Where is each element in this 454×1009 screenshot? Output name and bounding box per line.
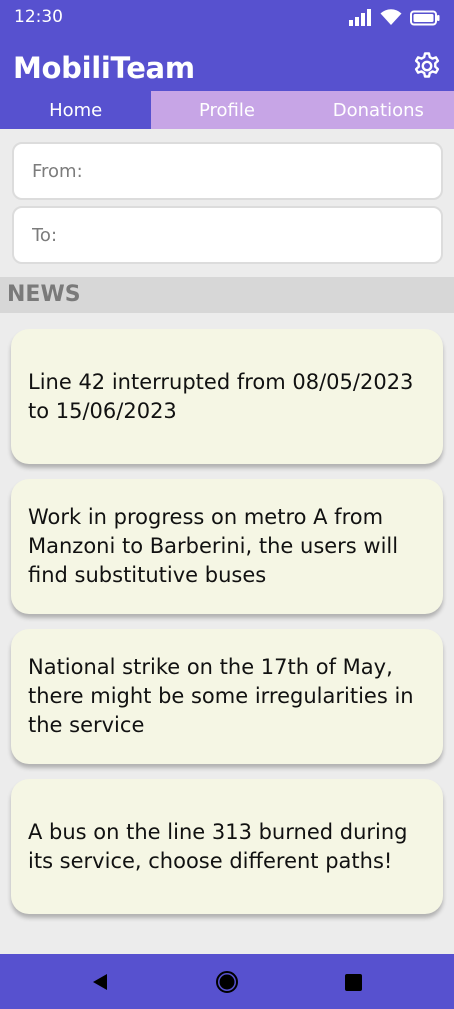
tab-home[interactable]: Home <box>0 91 152 129</box>
wifi-icon <box>380 9 402 25</box>
tab-home-label: Home <box>49 99 103 121</box>
back-button[interactable] <box>88 970 112 994</box>
settings-button[interactable] <box>412 51 442 81</box>
back-triangle-icon <box>93 974 107 990</box>
signal-icon <box>349 9 371 26</box>
tab-donations[interactable]: Donations <box>302 91 454 129</box>
news-card-text: National strike on the 17th of May, ther… <box>28 655 414 737</box>
from-field-container <box>12 142 443 200</box>
battery-icon <box>410 10 440 25</box>
to-field-container <box>12 206 443 264</box>
app-bar: MobiliTeam <box>0 36 454 91</box>
home-button[interactable] <box>215 970 239 994</box>
status-icons <box>348 9 440 26</box>
recents-square-icon <box>345 974 362 991</box>
news-card-text: Work in progress on metro A from Manzoni… <box>28 505 399 587</box>
news-card[interactable]: Line 42 interrupted from 08/05/2023 to 1… <box>11 329 443 464</box>
status-time: 12:30 <box>14 7 63 27</box>
app-title: MobiliTeam <box>13 51 195 85</box>
status-bar: 12:30 <box>0 0 454 36</box>
recents-button[interactable] <box>341 970 365 994</box>
tab-profile[interactable]: Profile <box>151 91 303 129</box>
to-input[interactable] <box>14 208 441 262</box>
news-card[interactable]: Work in progress on metro A from Manzoni… <box>11 479 443 614</box>
tab-donations-label: Donations <box>332 99 424 121</box>
news-card[interactable]: A bus on the line 313 burned during its … <box>11 779 443 914</box>
news-card-text: A bus on the line 313 burned during its … <box>28 819 408 873</box>
from-input[interactable] <box>14 144 441 198</box>
home-circle-icon <box>216 971 238 993</box>
tab-profile-label: Profile <box>199 99 255 121</box>
news-header-label: NEWS <box>7 282 81 307</box>
tab-bar: Home Profile Donations <box>0 91 454 129</box>
news-section-header: NEWS <box>0 277 454 313</box>
news-card-text: Line 42 interrupted from 08/05/2023 to 1… <box>28 369 414 423</box>
system-nav-bar <box>0 954 454 1009</box>
gear-icon <box>414 52 440 78</box>
news-card[interactable]: National strike on the 17th of May, ther… <box>11 629 443 764</box>
